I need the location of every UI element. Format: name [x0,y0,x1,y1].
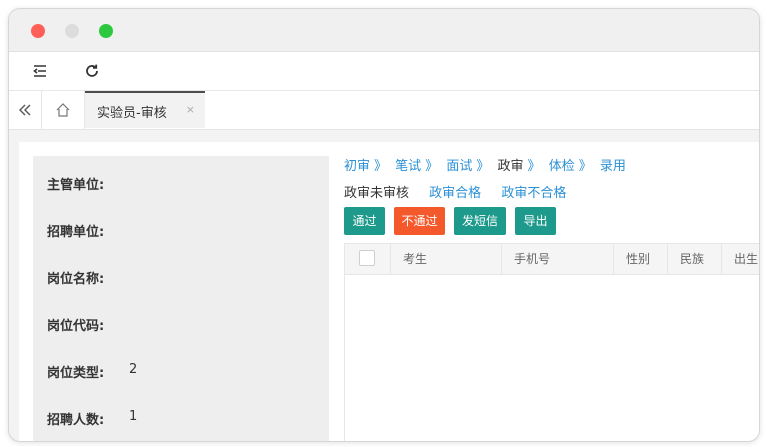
filter-qualified[interactable]: 政审合格 [429,186,481,201]
status-filter-tabs: 政审未审核 政审合格 政审不合格 [344,182,582,201]
stage-separator: 》 [578,159,592,174]
stage-link-interview[interactable]: 面试 [446,159,472,174]
tab-scroll-left-button[interactable] [9,91,42,129]
stage-link-initial[interactable]: 初审 [344,159,370,174]
field-employer: 招聘单位: [47,221,104,240]
tab-label: 实验员-审核 [97,106,167,121]
field-label: 岗位名称: [47,272,105,287]
position-info-panel: 主管单位: 招聘单位: 岗位名称: 岗位代码: 岗位类型: 2 招聘人数: 1 [33,156,329,441]
toolbar [9,52,759,91]
column-header[interactable]: 手机号 [502,244,614,274]
field-headcount: 招聘人数: 1 [47,409,137,428]
column-header[interactable]: 民族 [668,244,722,274]
field-value: 1 [129,409,138,424]
home-icon [56,103,70,117]
title-bar [9,9,759,52]
stage-separator: 》 [527,159,541,174]
table-header: 考生 手机号 性别 民族 出生 [345,244,759,275]
export-button[interactable]: 导出 [515,207,556,235]
field-label: 招聘单位: [47,225,105,240]
stage-link-written[interactable]: 笔试 [395,159,421,174]
send-sms-button[interactable]: 发短信 [454,207,506,235]
app-window: 实验员-审核 × 主管单位: 招聘单位: 岗位名称: 岗位代码: 岗位类型: 2… [8,8,760,442]
main-content: 主管单位: 招聘单位: 岗位名称: 岗位代码: 岗位类型: 2 招聘人数: 1 … [19,142,759,441]
home-tab[interactable] [42,91,85,129]
stage-link-hire[interactable]: 录用 [600,159,626,174]
pass-button[interactable]: 通过 [344,207,385,235]
field-label: 招聘人数: [47,413,105,428]
minimize-window-button[interactable] [65,24,79,38]
menu-collapse-icon[interactable] [31,62,49,80]
close-window-button[interactable] [31,24,45,38]
select-all-cell [345,244,391,274]
candidate-table: 考生 手机号 性别 民族 出生 [344,243,759,441]
column-header[interactable]: 考生 [391,244,502,274]
field-authority: 主管单位: [47,174,104,193]
filter-unqualified[interactable]: 政审不合格 [501,186,566,201]
field-position-name: 岗位名称: [47,268,104,287]
tab-active[interactable]: 实验员-审核 × [85,91,205,128]
field-position-type: 岗位类型: 2 [47,362,137,381]
tab-bar: 实验员-审核 × [9,91,759,130]
stage-current-political: 政审 [497,159,524,174]
filter-pending[interactable]: 政审未审核 [344,186,409,201]
refresh-icon[interactable] [83,62,101,80]
field-position-code: 岗位代码: [47,315,104,334]
tab-close-icon[interactable]: × [186,103,195,116]
column-header[interactable]: 出生 [722,244,759,274]
field-label: 主管单位: [47,178,105,193]
double-chevron-left-icon [19,104,31,116]
reject-button[interactable]: 不通过 [394,207,445,235]
stage-separator: 》 [476,159,490,174]
stage-breadcrumb: 初审》 笔试》 面试》 政审》 体检》 录用 [344,155,630,174]
stage-separator: 》 [425,159,439,174]
stage-separator: 》 [374,159,388,174]
field-value: 2 [129,362,138,377]
maximize-window-button[interactable] [99,24,113,38]
stage-link-medical[interactable]: 体检 [549,159,575,174]
field-label: 岗位代码: [47,319,105,334]
column-header[interactable]: 性别 [614,244,668,274]
select-all-checkbox[interactable] [359,250,375,266]
field-label: 岗位类型: [47,366,105,381]
